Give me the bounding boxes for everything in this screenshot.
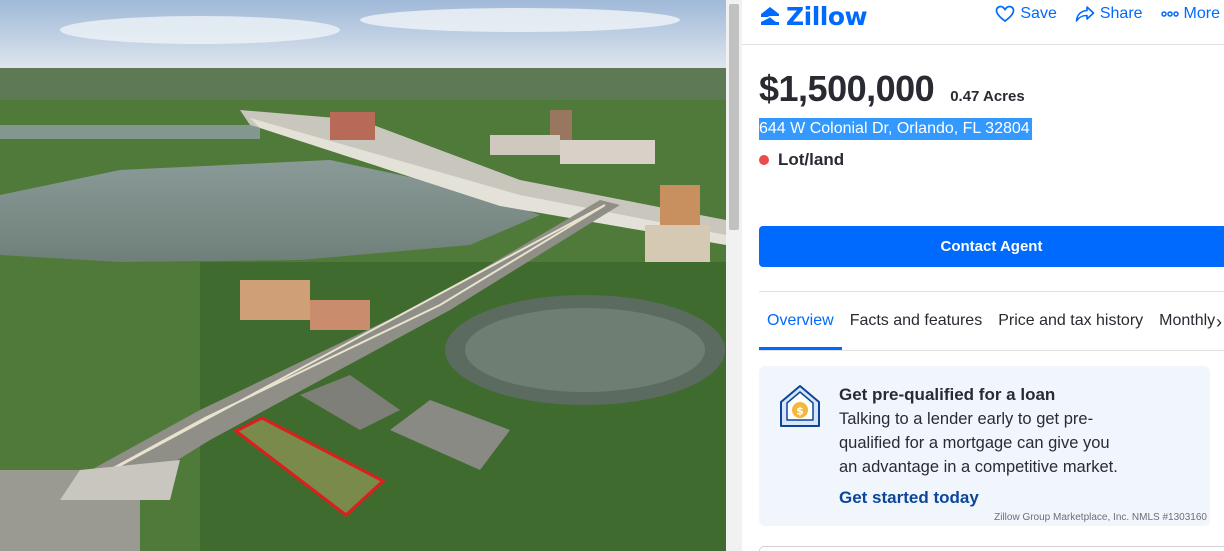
- prequalify-card: $ Get pre-qualified for a loan Talking t…: [759, 366, 1210, 526]
- listing-price: $1,500,000: [759, 68, 935, 109]
- save-button[interactable]: Save: [995, 5, 1057, 23]
- listing-status: Lot/land: [759, 150, 844, 170]
- zillow-logo-icon: [761, 7, 779, 25]
- listing-details-panel: Zillow Save Share More $1,500,000 0.47 A…: [742, 0, 1224, 551]
- status-label: Lot/land: [778, 150, 845, 169]
- get-started-link[interactable]: Get started today: [839, 488, 979, 508]
- chevron-right-icon[interactable]: ›: [1216, 312, 1222, 333]
- more-icon: [1160, 11, 1179, 17]
- nmls-disclaimer: Zillow Group Marketplace, Inc. NMLS #130…: [994, 512, 1207, 523]
- share-icon: [1075, 6, 1095, 22]
- contact-agent-button[interactable]: Contact Agent: [759, 226, 1224, 267]
- next-section-edge: [759, 546, 1224, 551]
- price-summary: $1,500,000 0.47 Acres: [759, 68, 1025, 110]
- loan-card-title: Get pre-qualified for a loan: [839, 385, 1056, 404]
- brand-name: Zillow: [786, 1, 868, 31]
- status-dot-icon: [759, 155, 769, 165]
- zillow-logo[interactable]: Zillow: [758, 1, 868, 31]
- scrollbar-thumb[interactable]: [729, 4, 739, 230]
- loan-card-body: Talking to a lender early to get pre-qua…: [839, 410, 1118, 476]
- tab-monthly[interactable]: Monthly: [1151, 292, 1223, 350]
- heart-icon: [996, 5, 1015, 23]
- listing-address[interactable]: 644 W Colonial Dr, Orlando, FL 32804: [759, 118, 1032, 140]
- more-label: More: [1183, 5, 1220, 22]
- details-header: Zillow Save Share More: [742, 0, 1224, 45]
- svg-text:$: $: [796, 405, 804, 418]
- tab-price-and-tax-history[interactable]: Price and tax history: [990, 292, 1151, 350]
- details-tabs: Overview Facts and features Price and ta…: [759, 291, 1224, 351]
- save-label: Save: [1020, 5, 1057, 22]
- house-dollar-icon: $: [780, 385, 820, 427]
- share-label: Share: [1099, 5, 1143, 22]
- lot-size: 0.47 Acres: [950, 88, 1025, 105]
- tab-overview[interactable]: Overview: [759, 292, 842, 350]
- more-button[interactable]: More: [1160, 5, 1220, 23]
- share-button[interactable]: Share: [1075, 5, 1143, 23]
- aerial-photo[interactable]: [0, 0, 726, 551]
- listing-photo-panel[interactable]: [0, 0, 726, 551]
- tab-facts-and-features[interactable]: Facts and features: [842, 292, 991, 350]
- header-actions: Save Share More: [995, 5, 1220, 23]
